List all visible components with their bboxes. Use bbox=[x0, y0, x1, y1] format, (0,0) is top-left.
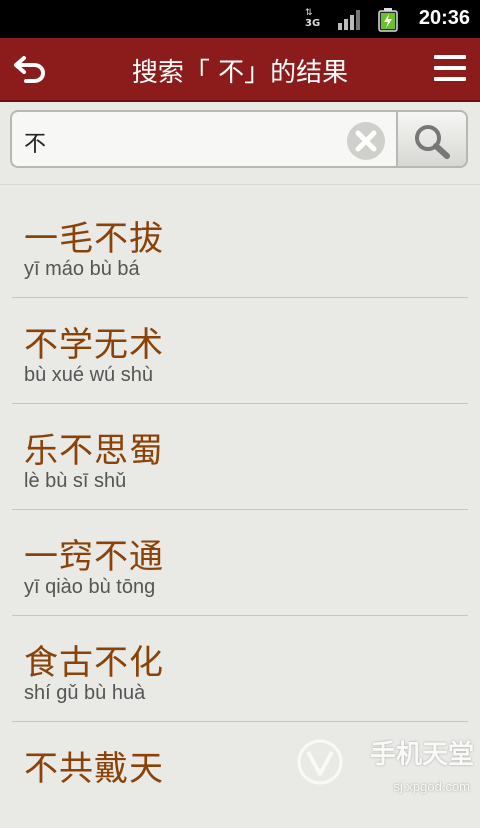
network-3g-icon: ⇅ 3G bbox=[305, 8, 321, 29]
idiom-word: 不共戴天 bbox=[24, 749, 164, 789]
list-item[interactable]: 一毛不拔 yī máo bù bá bbox=[12, 192, 468, 298]
idiom-pinyin: lè bù sī shǔ bbox=[24, 470, 127, 492]
watermark: 手机天堂 sj.xpgod.com bbox=[294, 734, 474, 796]
status-bar: ⇅ 3G 20:36 bbox=[0, 0, 480, 38]
idiom-pinyin: yī qiào bù tōng bbox=[24, 576, 156, 598]
app-header: 搜索「 不」的结果 bbox=[0, 38, 480, 102]
idiom-word: 一毛不拔 bbox=[24, 219, 164, 259]
status-time: 20:36 bbox=[418, 7, 470, 29]
list-item[interactable]: 不学无术 bù xué wú shù bbox=[12, 298, 468, 404]
idiom-word: 食古不化 bbox=[24, 643, 164, 683]
clear-icon[interactable] bbox=[346, 121, 386, 161]
search-icon bbox=[415, 125, 450, 159]
idiom-pinyin: yī máo bù bá bbox=[24, 258, 140, 280]
signal-icon bbox=[338, 10, 360, 30]
watermark-site: sj.xpgod.com bbox=[393, 779, 470, 794]
idiom-pinyin: shí gǔ bù huà bbox=[24, 682, 146, 704]
list-item[interactable]: 乐不思蜀 lè bù sī shǔ bbox=[12, 404, 468, 510]
search-bar: 不 bbox=[0, 102, 480, 185]
search-input[interactable]: 不 bbox=[10, 110, 396, 168]
results-list: 一毛不拔 yī máo bù bá 不学无术 bù xué wú shù 乐不思… bbox=[12, 192, 468, 828]
idiom-word: 一窍不通 bbox=[24, 537, 164, 577]
list-item[interactable]: 一窍不通 yī qiào bù tōng bbox=[12, 510, 468, 616]
battery-charging-icon bbox=[378, 8, 398, 32]
page-title: 搜索「 不」的结果 bbox=[131, 58, 349, 88]
idiom-word: 乐不思蜀 bbox=[24, 431, 164, 471]
idiom-pinyin: bù xué wú shù bbox=[24, 364, 153, 386]
menu-icon[interactable] bbox=[434, 53, 466, 83]
search-button[interactable] bbox=[396, 110, 468, 168]
list-item[interactable]: 食古不化 shí gǔ bù huà bbox=[12, 616, 468, 722]
back-arrow-icon[interactable] bbox=[12, 52, 48, 86]
search-input-value[interactable]: 不 bbox=[24, 126, 46, 158]
watermark-logo-icon bbox=[297, 739, 343, 785]
idiom-word: 不学无术 bbox=[24, 325, 164, 365]
watermark-brand: 手机天堂 bbox=[369, 740, 474, 770]
